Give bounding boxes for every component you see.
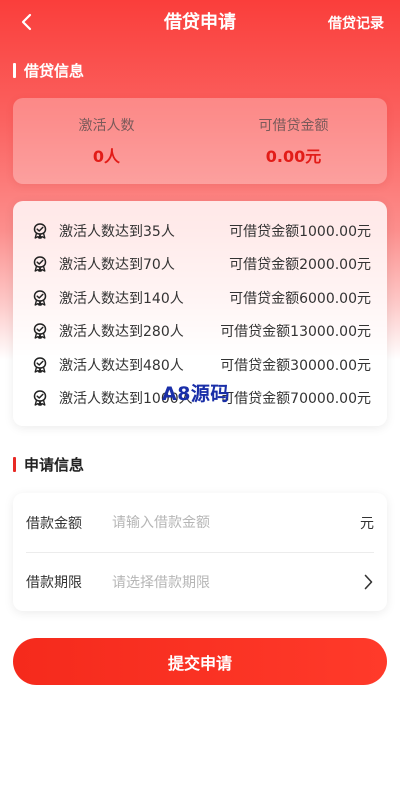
loan-period-label: 借款期限 <box>26 575 82 591</box>
medal-icon <box>31 222 49 240</box>
tier-condition: 激活人数达到35人 <box>59 223 175 240</box>
section-marker <box>13 456 16 472</box>
section-marker <box>13 62 16 78</box>
medal-icon <box>31 356 49 374</box>
tier-row: 激活人数达到140人 可借贷金额6000.00元 <box>31 281 371 315</box>
chevron-right-icon <box>362 573 374 591</box>
loan-period-row[interactable]: 借款期限 请选择借款期限 <box>26 552 374 611</box>
medal-icon <box>31 389 49 407</box>
loan-info-title-text: 借贷信息 <box>24 61 85 80</box>
chevron-left-icon <box>21 13 32 31</box>
loan-records-link[interactable]: 借贷记录 <box>328 13 384 33</box>
loan-amount-row[interactable]: 借款金额 元 <box>26 493 374 552</box>
tier-row: 激活人数达到70人 可借贷金额2000.00元 <box>31 248 371 282</box>
back-button[interactable] <box>14 10 38 34</box>
tier-row: 激活人数达到35人 可借贷金额1000.00元 <box>31 214 371 248</box>
stat-available-amount: 可借贷金额 0.00元 <box>200 98 387 184</box>
stat-value: 0.00元 <box>265 147 322 166</box>
stat-active-users: 激活人数 0人 <box>13 98 200 184</box>
tier-condition: 激活人数达到280人 <box>59 324 184 341</box>
tier-condition: 激活人数达到140人 <box>59 290 184 307</box>
loan-amount-label: 借款金额 <box>26 515 82 532</box>
tier-condition: 激活人数达到480人 <box>59 357 184 374</box>
loan-info-section-title: 借贷信息 <box>13 59 84 81</box>
stat-value: 0人 <box>92 147 121 166</box>
apply-info-section-title: 申请信息 <box>13 453 84 475</box>
loan-amount-input[interactable] <box>112 514 360 531</box>
stats-card: 激活人数 0人 可借贷金额 0.00元 <box>13 98 387 184</box>
stat-label: 可借贷金额 <box>258 118 329 134</box>
tier-amount: 可借贷金额2000.00元 <box>229 257 371 274</box>
tier-condition: 激活人数达到70人 <box>59 257 175 274</box>
tier-amount: 可借贷金额1000.00元 <box>229 223 371 240</box>
submit-application-button[interactable]: 提交申请 <box>13 638 387 685</box>
tier-amount: 可借贷金额70000.00元 <box>220 391 371 408</box>
medal-icon <box>31 255 49 273</box>
currency-unit: 元 <box>360 515 374 532</box>
tier-row: 激活人数达到280人 可借贷金额13000.00元 <box>31 315 371 349</box>
watermark-text: A8源码 <box>162 383 230 405</box>
medal-icon <box>31 289 49 307</box>
loan-period-select[interactable]: 请选择借款期限 <box>112 572 362 592</box>
apply-info-title-text: 申请信息 <box>24 455 85 474</box>
tier-amount: 可借贷金额6000.00元 <box>229 290 371 307</box>
tier-amount: 可借贷金额13000.00元 <box>220 324 371 341</box>
top-nav-bar: 借贷申请 借贷记录 <box>0 0 400 46</box>
tier-row: 激活人数达到480人 可借贷金额30000.00元 <box>31 348 371 382</box>
application-form-card: 借款金额 元 借款期限 请选择借款期限 <box>13 493 387 611</box>
tier-amount: 可借贷金额30000.00元 <box>220 357 371 374</box>
stat-label: 激活人数 <box>78 118 135 134</box>
medal-icon <box>31 322 49 340</box>
